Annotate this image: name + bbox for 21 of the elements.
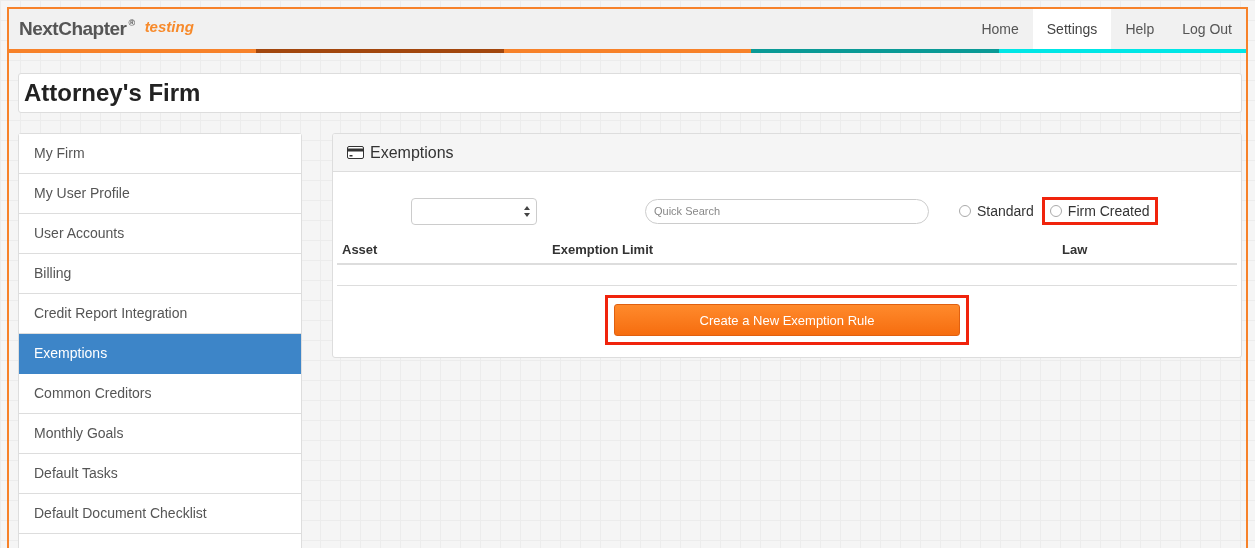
card-icon xyxy=(347,146,364,159)
sort-arrows-icon xyxy=(524,205,530,217)
radio-option[interactable]: Standard xyxy=(951,197,1042,225)
radio-option[interactable]: Firm Created xyxy=(1041,197,1158,225)
environment-label: testing xyxy=(144,17,194,35)
nav-link[interactable]: Help xyxy=(1111,9,1169,49)
search-field[interactable]: Quick Search xyxy=(645,198,929,224)
sidebar-item[interactable]: Exemptions xyxy=(19,334,301,374)
column-header: Asset xyxy=(337,236,547,264)
column-header: Exemption Limit xyxy=(547,236,1057,264)
radio-icon[interactable] xyxy=(1049,205,1062,217)
nav-link[interactable]: Home xyxy=(967,9,1033,49)
sidebar-item[interactable]: My Firm xyxy=(19,134,301,174)
nav-link[interactable]: Settings xyxy=(1032,9,1112,49)
type-dropdown[interactable] xyxy=(411,197,537,225)
nav-link[interactable]: Log Out xyxy=(1168,9,1246,49)
column-header: Law xyxy=(1057,236,1237,264)
brand-logo[interactable]: NextChapter® xyxy=(19,18,135,40)
radio-icon[interactable] xyxy=(959,205,971,217)
panel-title: Exemptions xyxy=(370,143,454,162)
page-title: Attorney's Firm xyxy=(18,73,1242,113)
